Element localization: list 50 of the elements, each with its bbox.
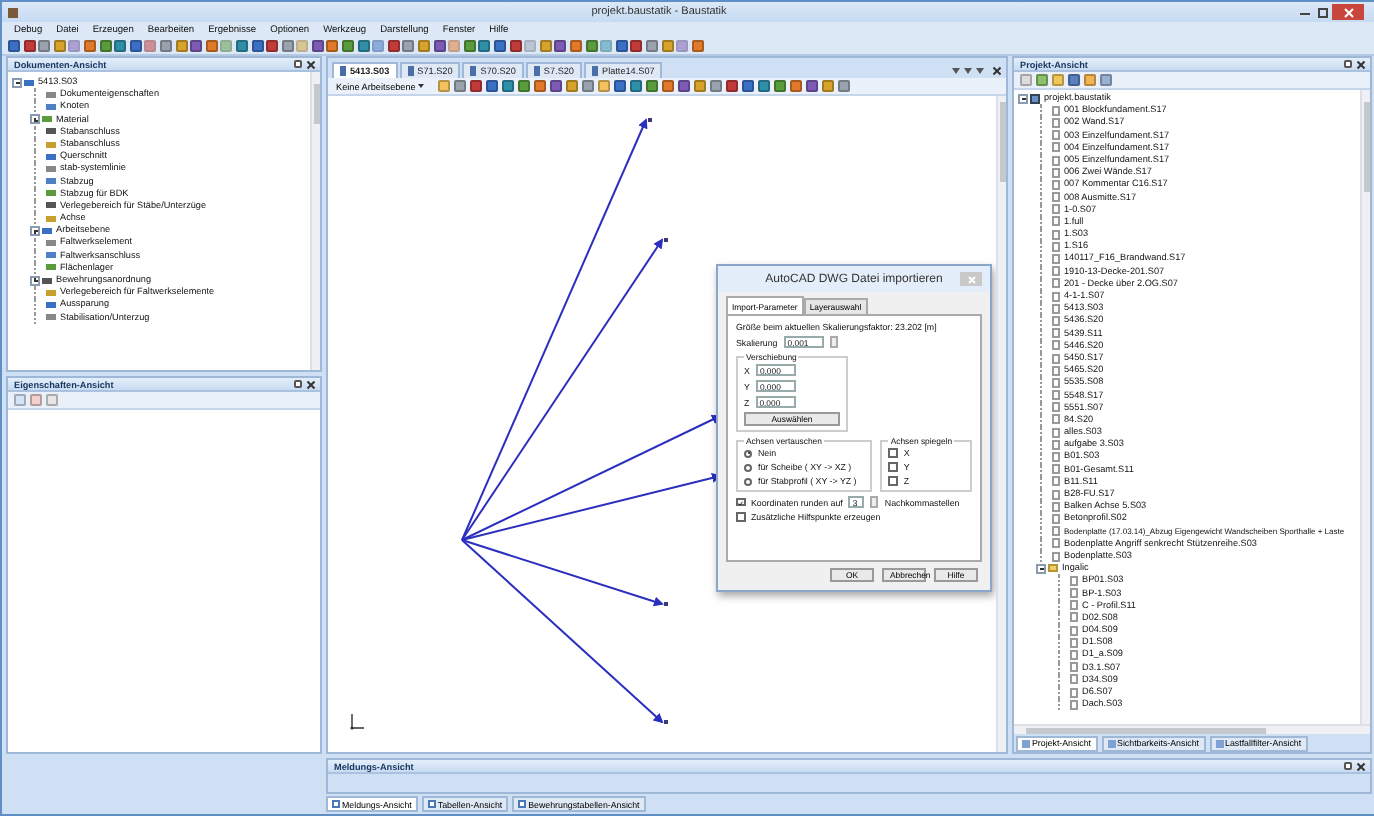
close-button[interactable] xyxy=(1332,4,1364,20)
maximize-icon xyxy=(1318,7,1328,17)
close-icon xyxy=(967,275,975,283)
pin-icon[interactable] xyxy=(1344,60,1352,68)
table-icon xyxy=(332,800,340,808)
minimize-icon xyxy=(1300,8,1310,16)
caret-icon xyxy=(417,84,424,88)
table-icon xyxy=(518,800,527,808)
tab-icon xyxy=(1215,739,1224,747)
model-icon xyxy=(533,66,540,76)
model-icon xyxy=(340,66,346,76)
expand-toggle[interactable] xyxy=(12,77,22,88)
checkbox[interactable] xyxy=(736,497,745,507)
close-icon[interactable] xyxy=(306,380,314,388)
radio-button[interactable] xyxy=(744,477,752,485)
checkbox[interactable] xyxy=(888,462,898,472)
model-icon xyxy=(470,66,477,76)
checkbox[interactable] xyxy=(888,476,898,486)
radio-button[interactable] xyxy=(744,463,752,471)
checkbox[interactable] xyxy=(888,448,898,458)
symbol-icon xyxy=(24,79,34,86)
folder-icon xyxy=(1048,564,1058,573)
close-icon[interactable] xyxy=(992,66,1000,74)
table-icon xyxy=(427,800,436,808)
expand-toggle[interactable] xyxy=(1036,563,1046,574)
scrollbar[interactable] xyxy=(310,72,320,370)
model-icon xyxy=(407,66,414,76)
axis-triad-icon xyxy=(350,713,365,730)
pin-icon[interactable] xyxy=(1344,762,1352,770)
model-icon xyxy=(592,66,598,76)
project-icon xyxy=(1030,93,1040,104)
expand-toggle[interactable] xyxy=(30,275,40,286)
pin-icon[interactable] xyxy=(294,60,302,68)
scrollbar[interactable] xyxy=(1360,90,1370,724)
expand-toggle[interactable] xyxy=(1018,93,1028,104)
close-icon[interactable] xyxy=(1356,762,1364,770)
expand-toggle[interactable] xyxy=(30,114,40,125)
tab-icon xyxy=(1107,739,1116,747)
dropdown-icon[interactable] xyxy=(976,66,984,74)
close-icon[interactable] xyxy=(306,60,314,68)
expand-toggle[interactable] xyxy=(30,225,40,236)
radio-button[interactable] xyxy=(744,449,752,457)
scrollbar[interactable] xyxy=(996,96,1006,752)
close-icon[interactable] xyxy=(1356,60,1364,68)
tab-icon xyxy=(1022,739,1030,747)
maximize-button[interactable] xyxy=(1314,5,1332,19)
close-icon xyxy=(1343,7,1353,17)
checkbox[interactable] xyxy=(736,512,745,522)
pin-icon[interactable] xyxy=(294,380,302,388)
app-icon xyxy=(8,7,18,17)
